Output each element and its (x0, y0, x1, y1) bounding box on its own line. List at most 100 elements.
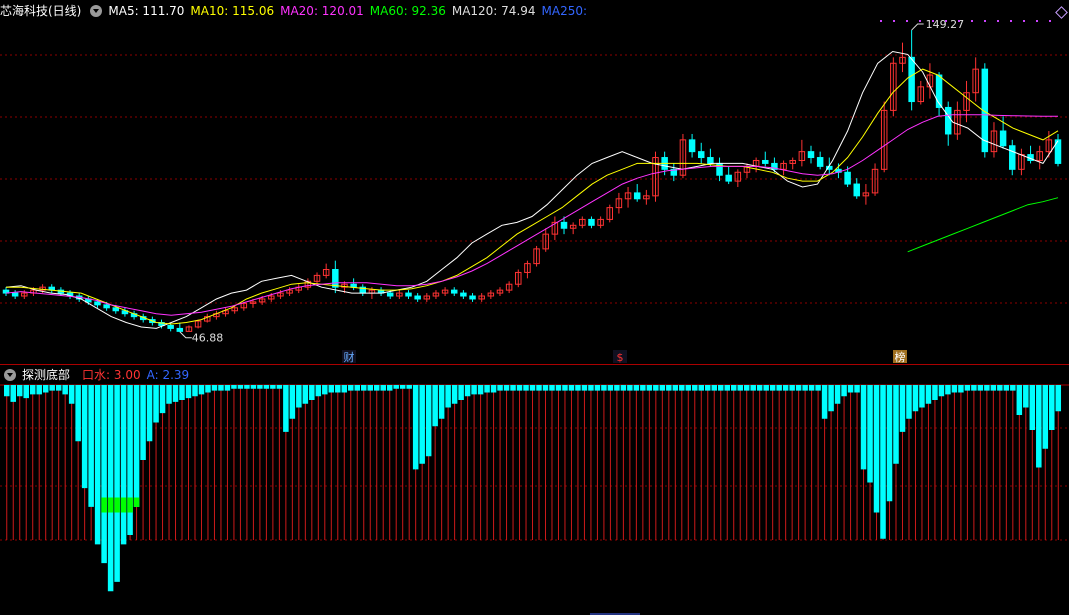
sub-bar (919, 385, 925, 408)
candle (789, 157, 796, 170)
sub-bar (166, 385, 172, 404)
chevron-down-icon[interactable] (90, 5, 103, 17)
sub-bar (55, 385, 62, 391)
sub-bar (101, 385, 107, 564)
top-dot (945, 20, 947, 22)
sub-bar (841, 385, 847, 397)
high-pointer (911, 23, 924, 31)
ma-legend-3: MA60: 92.36 (369, 4, 446, 18)
sub-bar (964, 385, 971, 391)
sub-bar (1003, 385, 1010, 391)
candle (332, 260, 339, 294)
sub-bar (237, 385, 244, 389)
candle (432, 290, 440, 299)
sub-bar (354, 385, 361, 391)
sub-bar (860, 385, 867, 470)
sub-bar (490, 385, 497, 393)
sub-bar (114, 385, 120, 582)
candle (963, 80, 970, 123)
ma-line-ma20 (5, 114, 1058, 316)
sub-bar (743, 385, 750, 391)
sub-bar (146, 385, 153, 442)
stock-name[interactable]: 芯海科技(日线) (0, 4, 81, 18)
sub-bar (497, 385, 503, 391)
sub-bar (562, 385, 568, 391)
candle (926, 63, 934, 99)
candle (487, 290, 495, 299)
main-legend: 芯海科技(日线) MA5: 111.70 MA10: 115.06 MA20: 120… (0, 1, 599, 21)
event-marker-text: $ (617, 351, 624, 364)
sub-bar (1036, 385, 1042, 468)
candle (633, 184, 641, 202)
sub-bar (542, 385, 549, 391)
sub-bar (834, 385, 841, 404)
sub-bar (133, 385, 140, 507)
candle (441, 287, 449, 297)
event-marker-0[interactable]: 财 (342, 350, 356, 364)
candle (899, 42, 906, 73)
candle (743, 163, 751, 179)
candle (322, 263, 330, 279)
sub-bar (42, 385, 49, 393)
candle (478, 293, 485, 302)
candle (295, 284, 302, 294)
candle (579, 216, 586, 229)
sub-bar (179, 385, 185, 400)
sub-bar (672, 385, 679, 391)
sub-bar (1049, 385, 1055, 430)
candle (606, 204, 614, 223)
sub-bar (464, 385, 471, 397)
sub-bar (81, 385, 88, 489)
sub-bar (68, 385, 75, 404)
sub-bar (16, 385, 23, 397)
event-marker-2[interactable]: 榜 (893, 350, 907, 364)
candle (816, 151, 824, 170)
ma-legend-4: MA120: 74.94 (451, 4, 536, 18)
candle-body-down (588, 218, 595, 226)
candle-body-down (688, 139, 696, 153)
sub-title[interactable]: 探测底部 (22, 368, 70, 382)
candle-body-down (11, 292, 19, 297)
event-marker-1[interactable]: $ (613, 350, 627, 364)
candle (11, 290, 19, 299)
candle (880, 101, 888, 173)
candle (542, 228, 549, 252)
candle (670, 163, 678, 182)
sub-bar (1055, 385, 1062, 412)
candle-body-down (944, 106, 952, 135)
sub-bar (594, 385, 601, 391)
candle-body-down (460, 292, 467, 297)
sub-bar (821, 385, 828, 419)
candle (1036, 145, 1043, 170)
sub-bar (912, 385, 919, 412)
candle (350, 278, 357, 291)
sub-bar (23, 385, 29, 399)
top-dot (997, 20, 999, 22)
candle (176, 322, 184, 332)
indicator-chart[interactable] (0, 365, 1069, 615)
low-label: 46.88 (192, 332, 224, 345)
chevron-down-icon[interactable] (4, 369, 16, 381)
sub-bar (958, 385, 964, 393)
candle (313, 272, 321, 285)
candle (515, 269, 522, 288)
candle-body-down (469, 295, 476, 300)
sub-bar (107, 385, 114, 592)
sub-bar-green (101, 497, 107, 513)
sub-bar (445, 385, 451, 408)
sub-bar (399, 385, 406, 389)
sub-bar (231, 385, 237, 389)
sub-bar (477, 385, 484, 395)
sub-bar (867, 385, 873, 483)
sub-bar (1010, 385, 1016, 391)
sub-bar (854, 385, 860, 393)
candle (588, 216, 595, 229)
candle (771, 157, 778, 173)
sub-bar (10, 385, 17, 402)
top-dot (919, 20, 921, 22)
sub-bar-green (127, 497, 133, 513)
main-price-chart[interactable]: 149.27 46.88 财 $ 榜 (0, 0, 1069, 365)
sub-bar (971, 385, 977, 391)
sub-bar (945, 385, 951, 395)
sub-bar (789, 385, 795, 391)
